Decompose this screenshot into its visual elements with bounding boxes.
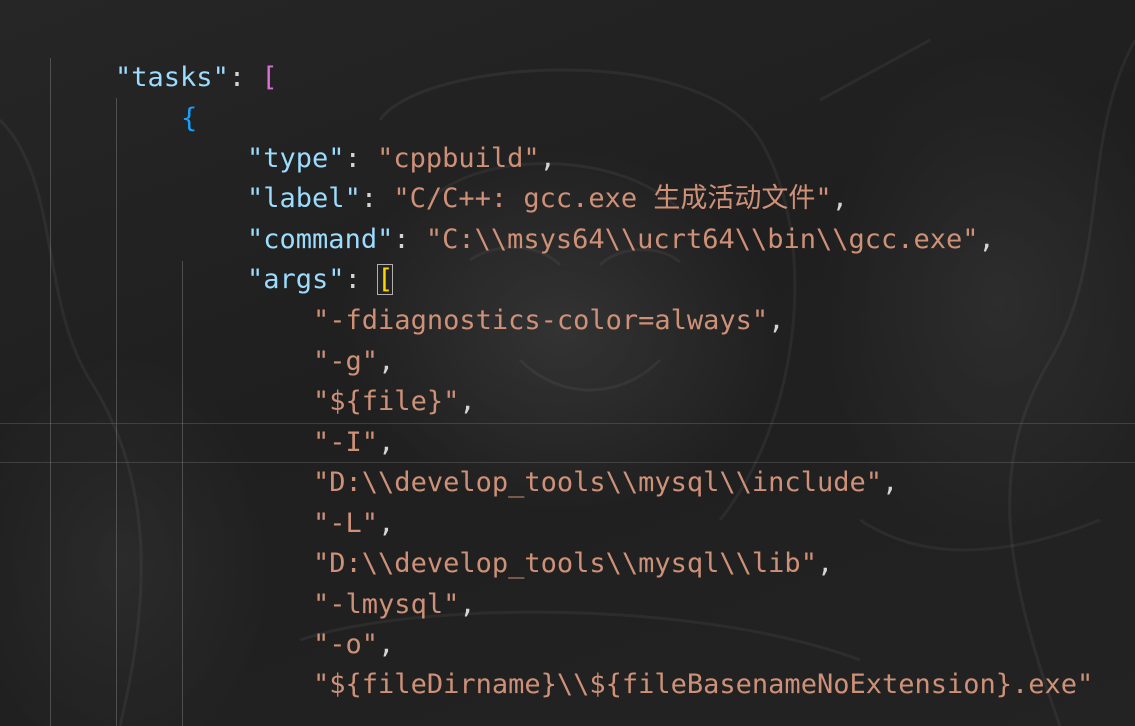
code-line-5[interactable]: "command": "C:\\msys64\\ucrt64\\bin\\gcc…	[182, 180, 995, 255]
code-line-arg[interactable]: "-o",	[248, 585, 394, 660]
code-line-arg[interactable]: "-g",	[248, 302, 394, 377]
code-line-1[interactable]: "tasks": [	[50, 18, 278, 93]
comma: ,	[768, 305, 785, 336]
code-line-3[interactable]: "type": "cppbuild",	[182, 99, 556, 174]
code-line-4[interactable]: "label": "C/C++: gcc.exe 生成活动文件",	[182, 139, 848, 214]
code-line-arg[interactable]: "${file}",	[248, 342, 476, 417]
code-line-arg[interactable]: "D:\\develop_tools\\mysql\\lib",	[248, 504, 833, 579]
code-line-arg[interactable]: "-lmysql",	[248, 545, 476, 620]
colon: :	[393, 224, 426, 255]
colon: :	[228, 62, 262, 93]
comma: ,	[816, 548, 834, 579]
comma: ,	[881, 467, 899, 498]
json-string: "C:\\msys64\\ucrt64\\bin\\gcc.exe"	[425, 224, 979, 255]
code-line-arg[interactable]: "D:\\develop_tools\\mysql\\include",	[248, 423, 898, 498]
code-editor[interactable]: "tasks": [ { "type": "cppbuild", "label"…	[0, 0, 1135, 726]
comma: ,	[978, 224, 995, 255]
indent-guide	[116, 98, 117, 726]
comma: ,	[459, 386, 476, 417]
indent-guide	[50, 58, 51, 726]
code-line-arg[interactable]: "-fdiagnostics-color=always",	[248, 261, 784, 336]
open-bracket: [	[261, 62, 278, 93]
json-string: "D:\\develop_tools\\mysql\\include"	[313, 467, 882, 498]
json-string: "${fileDirname}\\${fileBasenameNoExtensi…	[313, 669, 1094, 700]
code-line-6[interactable]: "args": [	[182, 220, 394, 295]
code-line-2[interactable]: {	[116, 59, 197, 134]
code-line-arg[interactable]: "-L",	[248, 464, 394, 539]
comma: ,	[459, 589, 476, 620]
code-line-arg[interactable]: "${fileDirname}\\${fileBasenameNoExtensi…	[248, 625, 1093, 700]
code-line-arg[interactable]: "-I",	[248, 383, 394, 458]
